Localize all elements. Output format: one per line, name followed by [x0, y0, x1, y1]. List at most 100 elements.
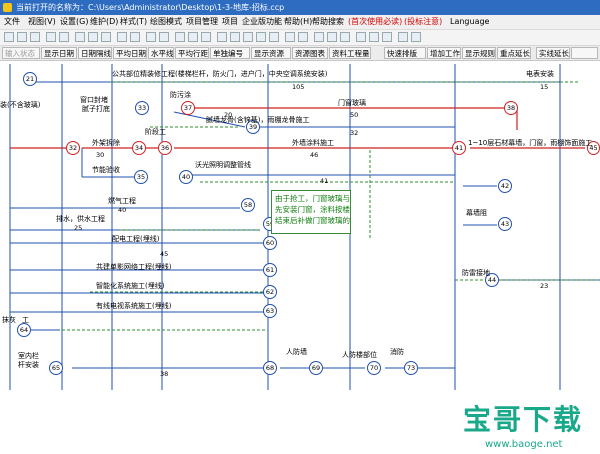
task-label: 抹灰 [2, 316, 16, 324]
open-icon[interactable] [17, 32, 27, 42]
network-node[interactable]: 58 [241, 198, 255, 212]
chart-icon[interactable] [356, 32, 366, 42]
task-label: 公共部位精装修工程(楼梯栏杆，防火门，进户门，中央空调系统安装) [112, 70, 328, 78]
network-node[interactable]: 34 [132, 141, 146, 155]
input-status-button[interactable]: 输入状态 [2, 47, 40, 59]
task-label: 消防 [390, 348, 404, 356]
network-node[interactable]: 36 [158, 141, 172, 155]
cut-icon[interactable] [75, 32, 85, 42]
export-icon[interactable] [369, 32, 379, 42]
horizontal-line-button[interactable]: 水平线 [148, 47, 174, 59]
settings-icon[interactable] [398, 32, 408, 42]
network-node[interactable]: 60 [263, 236, 277, 250]
network-node[interactable]: 73 [404, 361, 418, 375]
copy-icon[interactable] [88, 32, 98, 42]
undo-icon[interactable] [117, 32, 127, 42]
menu-draw-mode[interactable]: 绘图模式 [150, 15, 182, 29]
task-duration: 25 [74, 224, 83, 232]
menu-enterprise[interactable]: 企业版功能 [242, 15, 282, 29]
menu-help[interactable]: 帮助(H) [284, 15, 312, 29]
network-node[interactable]: 42 [498, 179, 512, 193]
pointer-icon[interactable] [175, 32, 185, 42]
date-gridline-button[interactable]: 日期隔线 [78, 47, 112, 59]
task-label: 腻墙龙骨(含锌基)，雨棚龙骨施工 [206, 116, 310, 124]
align-right-icon[interactable] [269, 32, 279, 42]
network-node[interactable]: 70 [367, 361, 381, 375]
save-icon[interactable] [30, 32, 40, 42]
task-duration: 30 [96, 151, 105, 159]
text-icon[interactable] [217, 32, 227, 42]
show-date-button[interactable]: 显示日期 [41, 47, 77, 59]
quick-layout-button[interactable]: 快速排版 [384, 47, 426, 59]
resource-chart-button[interactable]: 资源图表 [292, 47, 328, 59]
network-node[interactable]: 38 [504, 101, 518, 115]
node-icon[interactable] [201, 32, 211, 42]
add-work-button[interactable]: 增加工作 [427, 47, 461, 59]
zoom-in-icon[interactable] [146, 32, 156, 42]
task-duration: 46 [310, 151, 319, 159]
network-node[interactable]: 43 [498, 217, 512, 231]
grid-icon[interactable] [314, 32, 324, 42]
show-rules-button[interactable]: 显示规则 [462, 47, 496, 59]
menu-maintain[interactable]: 维护(D) [90, 15, 118, 29]
average-date-button[interactable]: 平均日期 [113, 47, 147, 59]
network-node[interactable]: 64 [17, 323, 31, 337]
network-node[interactable]: 35 [134, 170, 148, 184]
more-tools-button[interactable] [571, 47, 598, 59]
task-duration: 38 [160, 370, 169, 378]
menu-view[interactable]: 视图(V) [28, 15, 56, 29]
network-node[interactable]: 65 [49, 361, 63, 375]
menu-first-use[interactable]: (首次使用必读) [348, 15, 402, 29]
align-center-icon[interactable] [256, 32, 266, 42]
zoom-out-icon[interactable] [159, 32, 169, 42]
menu-language[interactable]: Language [450, 15, 489, 29]
align-left-icon[interactable] [243, 32, 253, 42]
network-node[interactable]: 37 [181, 101, 195, 115]
menu-project-manage[interactable]: 项目管理 [186, 15, 218, 29]
menu-help-search[interactable]: 帮助搜索 [312, 15, 344, 29]
network-diagram-canvas[interactable]: 21 37 38 33 32 34 36 39 35 40 41 58 42 4… [0, 60, 600, 450]
print-icon[interactable] [46, 32, 56, 42]
task-duration: 15 [540, 83, 549, 91]
network-node[interactable]: 63 [263, 304, 277, 318]
new-icon[interactable] [4, 32, 14, 42]
average-row-spacing-button[interactable]: 平均行距 [175, 47, 209, 59]
key-extend-button[interactable]: 重点延长 [497, 47, 531, 59]
solid-extend-button[interactable]: 实线延长 [536, 47, 570, 59]
paste-icon[interactable] [101, 32, 111, 42]
preview-icon[interactable] [59, 32, 69, 42]
fill-icon[interactable] [298, 32, 308, 42]
single-number-button[interactable]: 单独编号 [210, 47, 250, 59]
help-icon[interactable] [411, 32, 421, 42]
watermark-text: 宝哥下载 [463, 403, 584, 436]
menu-file[interactable]: 文件 [4, 15, 20, 29]
menu-style[interactable]: 样式(T) [120, 15, 147, 29]
network-node[interactable]: 41 [452, 141, 466, 155]
network-node[interactable]: 33 [135, 101, 149, 115]
task-duration: 40 [118, 206, 127, 214]
bold-icon[interactable] [230, 32, 240, 42]
network-node[interactable]: 68 [263, 361, 277, 375]
network-node[interactable]: 62 [263, 285, 277, 299]
redo-icon[interactable] [130, 32, 140, 42]
quantity-button[interactable]: 资料工程量 [329, 47, 371, 59]
network-node[interactable]: 61 [263, 263, 277, 277]
function-toolbar: 输入状态 显示日期 日期隔线 平均日期 水平线 平均行距 单独编号 显示资源 资… [0, 46, 600, 61]
import-icon[interactable] [382, 32, 392, 42]
network-node[interactable]: 40 [179, 170, 193, 184]
resource-icon[interactable] [340, 32, 350, 42]
calendar-icon[interactable] [327, 32, 337, 42]
menu-settings[interactable]: 设置(G) [60, 15, 88, 29]
network-node[interactable]: 32 [66, 141, 80, 155]
color-icon[interactable] [285, 32, 295, 42]
menu-project[interactable]: 项目 [222, 15, 238, 29]
line-icon[interactable] [188, 32, 198, 42]
menu-bid-notes[interactable]: (投标注意) [404, 15, 442, 29]
network-node[interactable]: 69 [309, 361, 323, 375]
task-label: 人防墙 [286, 348, 307, 356]
task-label: 电表安装 [526, 70, 554, 78]
show-resources-button[interactable]: 显示资源 [251, 47, 291, 59]
network-node[interactable]: 21 [23, 72, 37, 86]
window-title: 当前打开的名称为：C:\Users\Administrator\Desktop\… [16, 3, 285, 12]
task-duration: 50 [350, 111, 359, 119]
